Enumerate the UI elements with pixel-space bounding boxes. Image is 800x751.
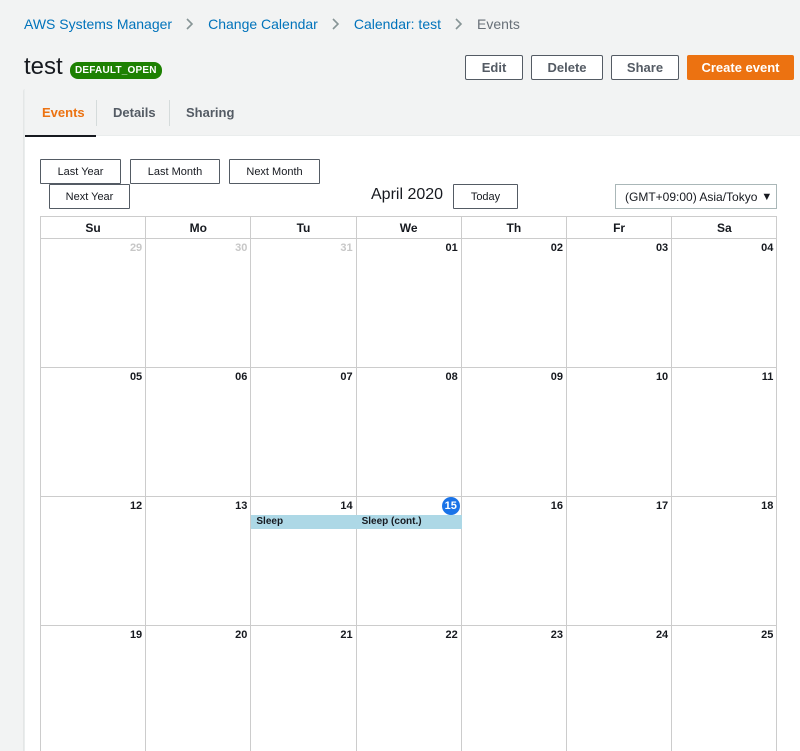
- day-number: 02: [550, 242, 563, 254]
- last-month-button[interactable]: Last Month: [130, 159, 220, 184]
- day-number: 29: [129, 242, 143, 254]
- day-number: 18: [761, 500, 774, 512]
- chevron-right-icon: [455, 18, 463, 30]
- breadcrumb-link-calendar-test[interactable]: Calendar: test: [354, 16, 441, 32]
- weekday-header: Tu: [251, 217, 357, 239]
- day-number: 16: [550, 500, 563, 512]
- delete-button[interactable]: Delete: [531, 55, 603, 80]
- calendar-grid: Su Mo Tu We Th Fr Sa 29 30 31 01 02 03 04 05 06 07 08 09 10…: [40, 216, 777, 751]
- day-number: 25: [761, 629, 774, 641]
- day-number: 21: [340, 629, 353, 641]
- month-label: April 2020: [371, 186, 444, 203]
- day-number: 17: [655, 500, 669, 512]
- calendar-event[interactable]: Sleep: [251, 515, 357, 529]
- day-cell[interactable]: 23: [462, 626, 567, 751]
- day-number: 23: [550, 629, 563, 641]
- day-number: 20: [235, 629, 248, 641]
- day-number: 13: [235, 500, 248, 512]
- day-cell[interactable]: 09: [461, 368, 567, 497]
- share-button[interactable]: Share: [611, 55, 679, 80]
- day-cell[interactable]: 18: [672, 497, 777, 626]
- tab-bar: Events Details Sharing: [25, 89, 800, 137]
- day-cell[interactable]: 10: [567, 368, 673, 497]
- day-cell[interactable]: 01: [356, 239, 462, 368]
- day-cell[interactable]: 08: [356, 368, 462, 497]
- day-number: 24: [655, 629, 669, 641]
- timezone-value: (GMT+09:00) Asia/Tokyo: [625, 189, 758, 204]
- weekday-header: We: [356, 217, 462, 239]
- page-title: test: [24, 53, 63, 80]
- day-number: 19: [129, 629, 143, 641]
- day-number: 30: [235, 242, 248, 254]
- day-number: 09: [550, 371, 563, 383]
- tab-details[interactable]: Details: [96, 89, 173, 136]
- tab-events[interactable]: Events: [25, 89, 96, 137]
- weekday-header: Sa: [672, 217, 777, 239]
- calendar-event[interactable]: Sleep (cont.): [356, 515, 462, 529]
- timezone-select[interactable]: (GMT+09:00) Asia/Tokyo ▼: [615, 184, 777, 209]
- day-cell[interactable]: 21: [251, 626, 357, 751]
- breadcrumb-current: Events: [477, 16, 520, 32]
- day-cell[interactable]: 20: [146, 626, 252, 751]
- day-cell[interactable]: 17: [567, 497, 673, 626]
- day-cell[interactable]: 04: [672, 239, 777, 368]
- day-cell[interactable]: 05: [41, 368, 147, 497]
- day-cell[interactable]: 22: [357, 626, 462, 751]
- create-event-button[interactable]: Create event: [687, 55, 794, 80]
- day-cell[interactable]: 31: [251, 239, 357, 368]
- chevron-right-icon: [186, 18, 194, 30]
- day-cell[interactable]: 03: [567, 239, 673, 368]
- day-number: 06: [235, 371, 248, 383]
- chevron-right-icon: [332, 18, 340, 30]
- day-cell[interactable]: 25: [672, 626, 777, 751]
- tab-sharing[interactable]: Sharing: [169, 89, 251, 136]
- edit-button[interactable]: Edit: [465, 55, 523, 80]
- day-cell[interactable]: 24: [567, 626, 673, 751]
- day-cell[interactable]: 07: [251, 368, 357, 497]
- day-number: 05: [129, 371, 143, 383]
- next-month-button[interactable]: Next Month: [229, 159, 320, 184]
- day-number: 01: [445, 242, 458, 254]
- day-number: 08: [445, 371, 458, 383]
- day-cell[interactable]: 02: [461, 239, 567, 368]
- weekday-header: Fr: [567, 217, 673, 239]
- day-number: 04: [761, 242, 774, 254]
- weekday-header: Su: [41, 217, 147, 239]
- day-cell[interactable]: 30: [146, 239, 252, 368]
- day-number: 31: [340, 242, 353, 254]
- weekday-header: Mo: [146, 217, 252, 239]
- day-number: 11: [761, 371, 774, 383]
- day-cell[interactable]: 12: [41, 497, 147, 626]
- last-year-button[interactable]: Last Year: [40, 159, 121, 184]
- day-cell[interactable]: 06: [146, 368, 252, 497]
- weekday-header: Th: [461, 217, 567, 239]
- day-cell[interactable]: 11: [672, 368, 777, 497]
- day-cell[interactable]: 13: [146, 497, 252, 626]
- day-number: 07: [340, 371, 353, 383]
- day-cell[interactable]: 29: [41, 239, 147, 368]
- breadcrumb-link-systems-manager[interactable]: AWS Systems Manager: [24, 16, 172, 32]
- day-number: 10: [655, 371, 669, 383]
- breadcrumb: AWS Systems Manager Change Calendar Cale…: [24, 16, 520, 32]
- next-year-button[interactable]: Next Year: [49, 184, 130, 209]
- day-cell[interactable]: 16: [461, 497, 567, 626]
- today-day-number: 15: [441, 497, 460, 515]
- day-cell[interactable]: 19: [41, 626, 147, 751]
- breadcrumb-link-change-calendar[interactable]: Change Calendar: [208, 16, 318, 32]
- caret-down-icon: ▼: [761, 190, 773, 203]
- today-button[interactable]: Today: [453, 184, 518, 209]
- day-number: 22: [445, 629, 458, 641]
- day-number: 03: [655, 242, 669, 254]
- day-number: 14: [340, 500, 353, 512]
- day-number: 12: [129, 500, 143, 512]
- status-badge: DEFAULT_OPEN: [70, 62, 162, 79]
